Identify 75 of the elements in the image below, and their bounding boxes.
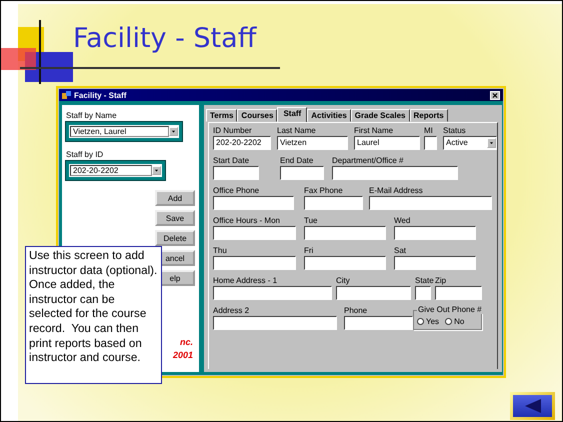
tab[interactable]: Staff — [277, 107, 308, 122]
copyright-text: 2001 — [172, 350, 193, 360]
field-label: Status — [443, 126, 467, 135]
input-field[interactable] — [304, 256, 386, 270]
field-label: Department/Office # — [332, 156, 404, 165]
field-label: First Name — [354, 126, 394, 135]
tab[interactable]: Terms — [206, 109, 238, 122]
input-field[interactable]: 202-20-2202 — [213, 136, 271, 150]
field-label: Office Hours - Mon — [213, 216, 281, 225]
field-label: Fri — [304, 246, 314, 255]
input-field[interactable] — [394, 256, 476, 270]
name-dropdown[interactable]: Vietzen, Laurel — [66, 122, 182, 141]
input-field[interactable] — [336, 286, 411, 300]
field-label: Staff by Name — [66, 111, 118, 120]
field-label: Zip — [435, 276, 448, 285]
field-label: Address 2 — [213, 306, 250, 315]
field-label: E-Mail Address — [369, 186, 424, 195]
field-label: Wed — [394, 216, 412, 225]
field-label: Phone — [344, 306, 368, 315]
input-field[interactable] — [213, 316, 337, 330]
group-label: Give Out Phone # — [417, 305, 483, 314]
field-label: City — [336, 276, 351, 285]
field-label: Fax Phone — [304, 186, 344, 195]
window-title: Facility - Staff — [74, 90, 128, 100]
tab[interactable]: Reports — [410, 109, 448, 122]
copyright-text: nc. — [180, 337, 193, 347]
input-field[interactable] — [344, 316, 413, 330]
input-field[interactable] — [280, 166, 324, 180]
id-dropdown[interactable]: 202-20-2202 — [66, 161, 165, 180]
option-label: No — [454, 317, 464, 326]
tab[interactable]: Grade Scales — [350, 109, 410, 122]
input-field[interactable] — [304, 226, 386, 240]
input-field[interactable] — [304, 196, 363, 210]
action-button[interactable]: Save — [155, 210, 195, 226]
field-label: ID Number — [213, 126, 253, 135]
input-field[interactable] — [424, 136, 437, 150]
input-field[interactable]: Vietzen — [277, 136, 348, 150]
field-label: Last Name — [277, 126, 317, 135]
action-button[interactable]: Add — [155, 190, 195, 206]
back-button[interactable] — [510, 392, 555, 420]
field-label: Tue — [304, 216, 318, 225]
input-field[interactable] — [213, 256, 296, 270]
field-label: Staff by ID — [66, 150, 104, 159]
input-field[interactable] — [369, 196, 492, 210]
field-label: Thu — [213, 246, 228, 255]
caret-icon — [152, 166, 161, 175]
field-label: MI — [424, 126, 434, 135]
caret-icon — [169, 127, 178, 136]
app-icon — [62, 90, 71, 100]
input-field[interactable] — [213, 286, 332, 300]
callout-tooltip: Use this screen to add instructor data (optional). Once added, the instructor can be selected for the course record. You can then print reports based on instructor and course. — [25, 246, 162, 384]
close-icon[interactable] — [490, 90, 500, 100]
action-button[interactable]: Delete — [155, 230, 195, 246]
field-label: Home Address - 1 — [213, 276, 278, 285]
input-field[interactable] — [213, 166, 259, 180]
status-dropdown[interactable]: Active — [443, 136, 497, 150]
input-field[interactable] — [435, 286, 482, 300]
tab[interactable]: Activities — [307, 109, 351, 122]
input-field[interactable]: Laurel — [354, 136, 420, 150]
field-label: End Date — [280, 156, 314, 165]
tab[interactable]: Courses — [237, 109, 278, 122]
input-field[interactable] — [213, 226, 296, 240]
radio-button[interactable] — [417, 318, 424, 325]
field-label: Sat — [394, 246, 408, 255]
back-icon — [522, 398, 542, 414]
field-label: Office Phone — [213, 186, 260, 195]
field-label: State — [415, 276, 431, 285]
input-field[interactable] — [332, 166, 458, 180]
input-field[interactable] — [213, 196, 294, 210]
option-label: Yes — [426, 317, 440, 326]
field-label: Start Date — [213, 156, 250, 165]
input-field[interactable] — [394, 226, 476, 240]
radio-button[interactable] — [445, 318, 452, 325]
slide-title: Facility - Staff — [73, 23, 256, 54]
input-field[interactable] — [415, 286, 431, 300]
